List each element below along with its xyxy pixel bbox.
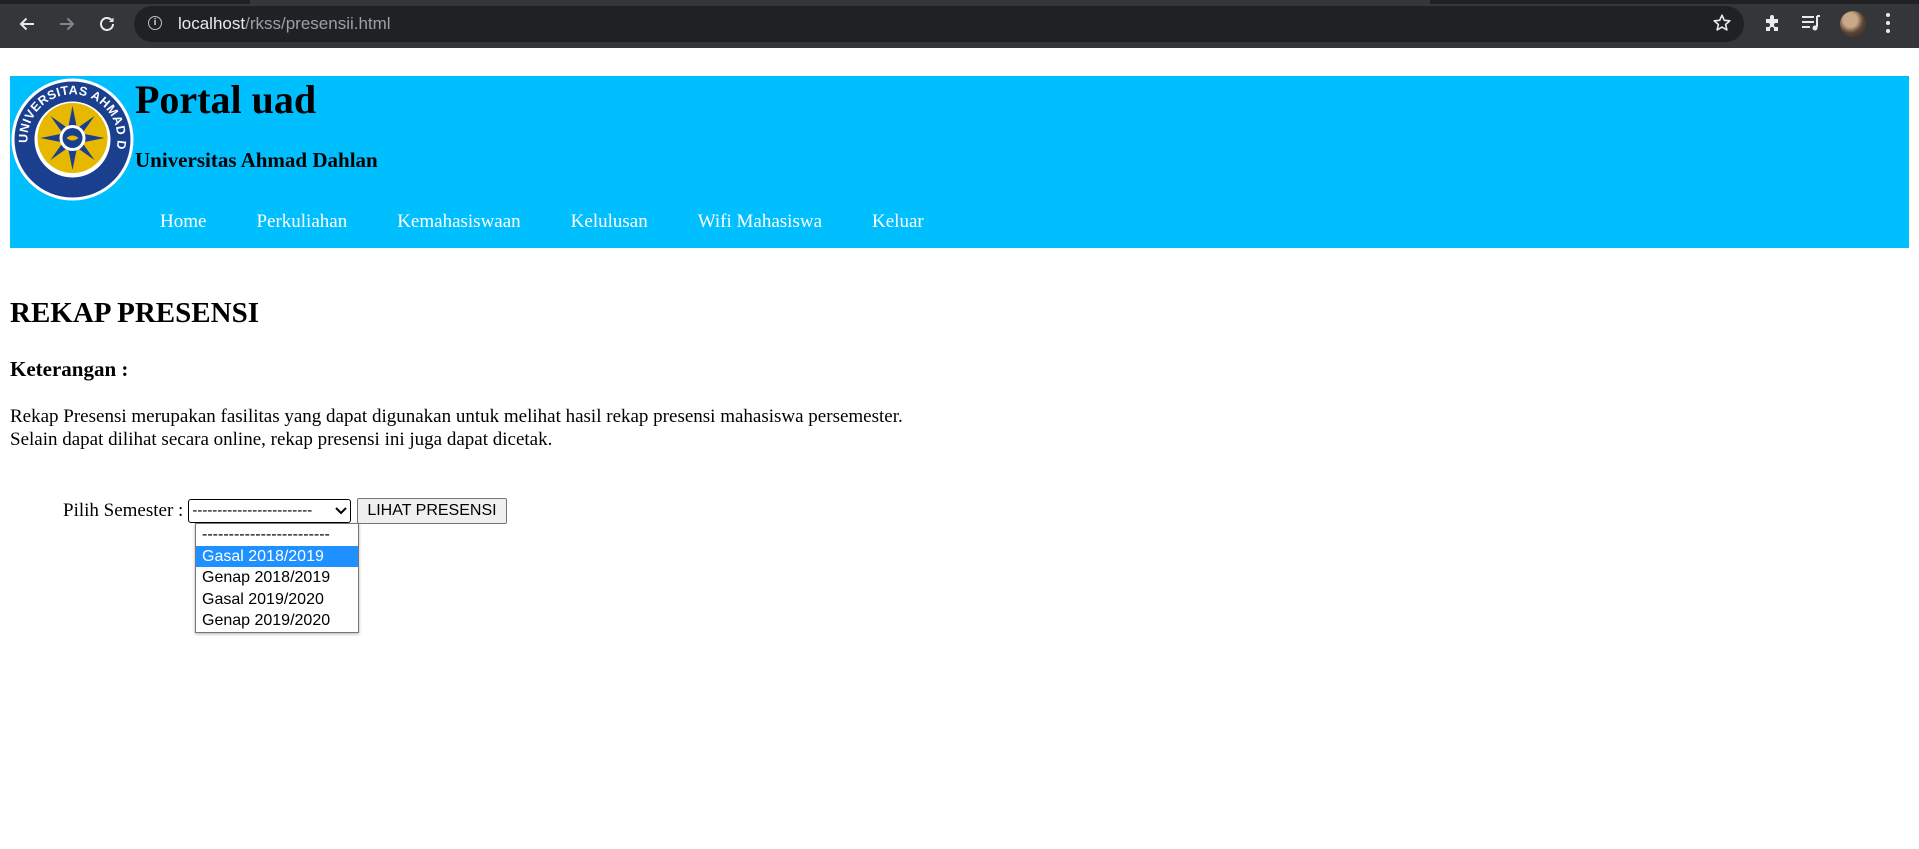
nav-item-kelulusan: Kelulusan	[546, 210, 673, 234]
nav-link-kelulusan[interactable]: Kelulusan	[546, 210, 673, 234]
nav-item-wifi-mahasiswa: Wifi Mahasiswa	[673, 210, 847, 234]
semester-option[interactable]: Gasal 2019/2020	[196, 589, 358, 611]
bookmark-star-icon[interactable]	[1712, 13, 1732, 38]
site-title: Portal uad	[135, 77, 317, 122]
nav-item-kemahasiswaan: Kemahasiswaan	[372, 210, 545, 234]
keterangan-heading: Keterangan :	[10, 357, 129, 381]
extensions-puzzle-icon[interactable]	[1762, 12, 1784, 39]
site-header: UNIVERSITAS AHMAD DAHLAN Portal uad Univ…	[10, 76, 1909, 248]
info-icon[interactable]: i	[148, 16, 162, 30]
page-heading: REKAP PRESENSI	[10, 297, 259, 329]
uad-logo: UNIVERSITAS AHMAD DAHLAN	[10, 76, 134, 201]
semester-form: Pilih Semester : -----------------------…	[63, 498, 507, 524]
semester-option-highlighted[interactable]: Gasal 2018/2019	[196, 545, 358, 567]
nav-item-home: Home	[135, 210, 231, 234]
tab-strip-edge	[0, 0, 1919, 4]
semester-select-value: ------------------------	[192, 502, 313, 519]
lihat-presensi-button[interactable]: LIHAT PRESENSI	[357, 498, 507, 524]
nav-link-perkuliahan[interactable]: Perkuliahan	[231, 210, 372, 234]
description-line-2: Selain dapat dilihat secara online, reka…	[10, 429, 553, 450]
semester-dropdown-list: ------------------------ Gasal 2018/2019…	[195, 523, 359, 633]
profile-avatar[interactable]	[1840, 11, 1866, 37]
description: Rekap Presensi merupakan fasilitas yang …	[10, 405, 903, 451]
semester-option[interactable]: Genap 2019/2020	[196, 610, 358, 632]
nav-item-keluar: Keluar	[847, 210, 949, 234]
address-bar[interactable]: i localhost/rkss/presensii.html	[134, 6, 1744, 42]
nav-item-perkuliahan: Perkuliahan	[231, 210, 372, 234]
nav-link-home[interactable]: Home	[135, 210, 231, 234]
semester-option[interactable]: ------------------------	[196, 524, 358, 546]
forward-arrow-icon[interactable]	[53, 12, 81, 36]
browser-toolbar: i localhost/rkss/presensii.html	[0, 0, 1919, 48]
nav-link-keluar[interactable]: Keluar	[847, 210, 949, 234]
nav-link-kemahasiswaan[interactable]: Kemahasiswaan	[372, 210, 545, 234]
nav-link-wifi-mahasiswa[interactable]: Wifi Mahasiswa	[673, 210, 847, 234]
back-arrow-icon[interactable]	[13, 12, 41, 36]
description-line-1: Rekap Presensi merupakan fasilitas yang …	[10, 406, 903, 427]
semester-label: Pilih Semester :	[63, 500, 184, 521]
url-path: /rkss/presensii.html	[245, 14, 391, 33]
url-text[interactable]: localhost/rkss/presensii.html	[178, 14, 391, 34]
main-nav: Home Perkuliahan Kemahasiswaan Kelulusan…	[135, 210, 949, 234]
more-menu-icon[interactable]	[1885, 13, 1891, 35]
chevron-down-icon	[335, 507, 348, 515]
reload-icon[interactable]	[93, 12, 121, 36]
reading-list-icon[interactable]	[1800, 12, 1822, 39]
semester-select[interactable]: ------------------------	[188, 499, 352, 523]
site-subtitle: Universitas Ahmad Dahlan	[135, 148, 378, 172]
url-host: localhost	[178, 14, 246, 33]
semester-option[interactable]: Genap 2018/2019	[196, 567, 358, 589]
